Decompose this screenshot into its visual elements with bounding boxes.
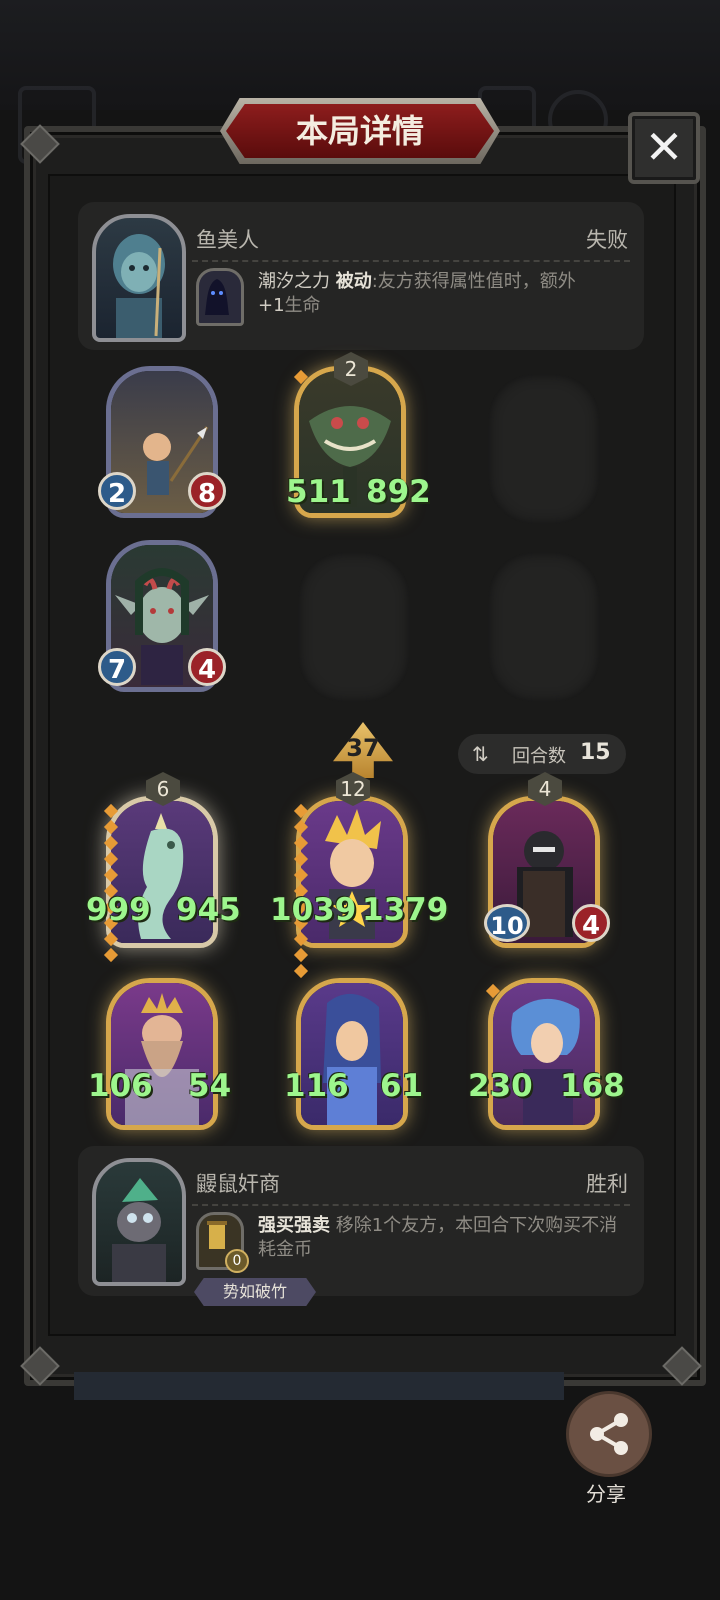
swap-arrows-icon: ⇅: [472, 742, 489, 766]
share-label: 分享: [586, 1482, 626, 1506]
star-markers: [293, 369, 309, 388]
player-ability-icon: 0: [196, 1212, 249, 1273]
title-badge: 势如破竹: [194, 1278, 316, 1306]
round-value: 15: [580, 740, 611, 765]
ability-type: 被动: [335, 271, 372, 292]
health-stat: 54: [188, 1068, 232, 1104]
opponent-ability-icon: [196, 268, 244, 326]
opponent-info: 鱼美人 失败 潮汐之力 被动:友方获得属性值时，额外 +1生命: [78, 202, 644, 350]
share-button[interactable]: [566, 1391, 652, 1477]
attack-stat: 116: [284, 1068, 349, 1104]
opponent-ability-text: 潮汐之力 被动:友方获得属性值时，额外 +1生命: [258, 270, 618, 318]
health-stat: 8: [188, 472, 226, 510]
round-counter: ⇅ 回合数 15: [458, 734, 626, 774]
divider: [192, 260, 630, 262]
attack-stat: 106: [88, 1068, 153, 1104]
attack-stat: 2: [98, 472, 136, 510]
attack-stat: 230: [468, 1068, 533, 1104]
star-markers: [103, 803, 119, 966]
ability-desc: :友方获得属性值时，额外: [371, 271, 576, 292]
health-stat: 892: [366, 474, 431, 510]
attack-stat: 7: [98, 648, 136, 686]
score-value: 37: [346, 734, 380, 762]
ability-bonus: +1: [258, 295, 285, 316]
ability-name: 强买强卖: [258, 1215, 330, 1236]
player-card-old-king[interactable]: [106, 978, 218, 1130]
empty-slot: [298, 552, 410, 702]
ability-desc-2: 生命: [284, 295, 321, 316]
mermaid-portrait-art: [113, 234, 165, 338]
health-stat: 4: [188, 648, 226, 686]
mole-merchant-art: [112, 1178, 166, 1282]
health-stat: 61: [380, 1068, 424, 1104]
player-card-blue-priestess[interactable]: [296, 978, 408, 1130]
share-icon: [590, 1413, 628, 1455]
player-portrait: [92, 1158, 186, 1286]
attack-stat: 10: [484, 904, 530, 942]
star-markers: [485, 983, 501, 1002]
background-card-strip: [74, 1372, 564, 1400]
opponent-result: 失败: [586, 228, 628, 252]
health-stat: 1379: [362, 892, 449, 928]
health-stat: 945: [176, 892, 241, 928]
round-label: 回合数: [512, 746, 566, 767]
ability-name: 潮汐之力: [258, 271, 330, 292]
ability-cost: 0: [225, 1249, 249, 1273]
opponent-portrait: [92, 214, 186, 342]
attack-stat: 1039: [270, 892, 357, 928]
empty-slot: [488, 552, 600, 702]
background-top-bar: [0, 0, 720, 110]
health-stat: 168: [560, 1068, 625, 1104]
player-name: 鼹鼠奸商: [196, 1172, 280, 1196]
attack-stat: 511: [286, 474, 351, 510]
player-card-blue-hair-girl[interactable]: [488, 978, 600, 1130]
close-icon: ✕: [644, 120, 684, 174]
close-button[interactable]: ✕: [628, 112, 700, 184]
hooded-figure-icon: [205, 279, 229, 315]
attack-stat: 999: [86, 892, 151, 928]
player-info: 鼹鼠奸商 胜利 0 强买强卖 移除1个友方，本回合下次购买不消耗金币: [78, 1146, 644, 1296]
player-result: 胜利: [586, 1172, 628, 1196]
page-title: 本局详情: [295, 112, 424, 150]
player-ability-text: 强买强卖 移除1个友方，本回合下次购买不消耗金币: [258, 1214, 628, 1262]
divider: [192, 1204, 630, 1206]
opponent-name: 鱼美人: [196, 228, 259, 252]
empty-slot: [488, 374, 600, 524]
health-stat: 4: [572, 904, 610, 942]
